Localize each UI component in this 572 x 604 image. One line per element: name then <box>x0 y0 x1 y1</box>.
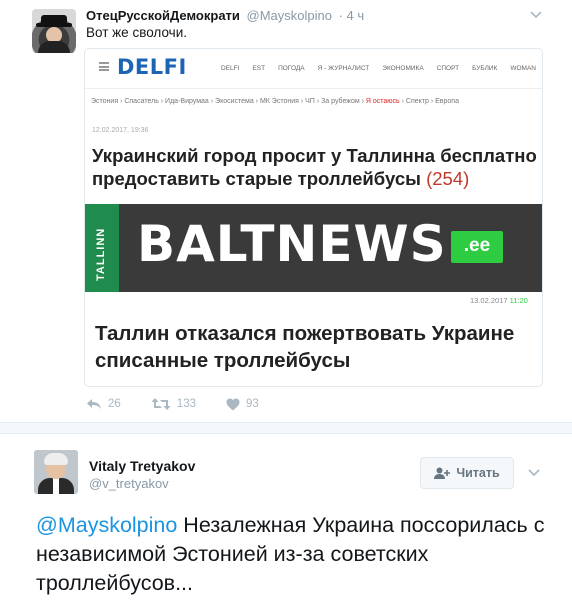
reply-button[interactable]: 26 <box>86 397 121 411</box>
delfi-nav: DELFI DELFI EST ПОГОДА Я - ЖУРНАЛИСТ ЭКО… <box>85 49 542 89</box>
retweet-count: 133 <box>176 398 196 410</box>
delfi-headline: Украинский город просит у Таллинна беспл… <box>92 145 537 189</box>
menu-icon <box>99 62 109 71</box>
tweet-text: Вот же сволочи. <box>86 25 187 40</box>
author-avatar[interactable] <box>32 9 76 53</box>
baltnews-logo: BALTNEWS <box>137 215 447 273</box>
delfi-menu-item: Я - ЖУРНАЛИСТ <box>317 65 370 72</box>
delfi-breadcrumbs: Эстония › Спасатель › Ида-Вирумаа › Экос… <box>91 98 459 105</box>
author-name[interactable]: Vitaly Tretyakov <box>89 458 195 474</box>
author-avatar[interactable] <box>34 450 78 494</box>
delfi-menu-item: DELFI <box>221 65 240 72</box>
tweet-time[interactable]: · 4 ч <box>339 8 365 23</box>
tweet-photo[interactable]: DELFI DELFI EST ПОГОДА Я - ЖУРНАЛИСТ ЭКО… <box>84 48 543 387</box>
chevron-down-icon[interactable] <box>528 6 544 22</box>
baltnews-logo-suffix: .ee <box>451 231 503 263</box>
baltnews-date: 13.02.2017 11:20 <box>470 296 528 305</box>
delfi-menu: DELFI EST ПОГОДА Я - ЖУРНАЛИСТ ЭКОНОМИКА… <box>221 65 536 72</box>
delfi-menu-item: ПОГОДА <box>278 65 305 72</box>
retweet-icon <box>151 398 171 410</box>
delfi-menu-item: БУБЛИК <box>472 65 498 72</box>
delfi-menu-item: EST <box>252 65 266 72</box>
delfi-logo: DELFI <box>117 55 187 79</box>
baltnews-headline: Таллин отказался пожертвовать Украине сп… <box>95 322 515 372</box>
follow-button[interactable]: Читать <box>420 457 514 489</box>
reply-count: 26 <box>108 398 121 410</box>
heart-icon <box>226 398 240 410</box>
follow-label: Читать <box>456 466 500 480</box>
tweet-actions: 26 133 93 <box>86 397 289 411</box>
tweet-header: ОтецРусскойДемократи @Mayskolpino · 4 ч <box>86 8 364 23</box>
delfi-menu-item: ЭКОНОМИКА <box>382 65 424 72</box>
mention-link[interactable]: @Mayskolpino <box>36 513 177 537</box>
reply-icon <box>87 399 101 409</box>
delfi-date: 12.02.2017, 19:36 <box>92 127 149 134</box>
retweet-button[interactable]: 133 <box>151 397 196 411</box>
author-handle[interactable]: @v_tretyakov <box>89 476 169 491</box>
tweet-separator <box>0 422 572 434</box>
delfi-menu-item: СПОРТ <box>436 65 460 72</box>
author-name[interactable]: ОтецРусскойДемократи <box>86 8 240 23</box>
chevron-down-icon[interactable] <box>526 464 542 480</box>
comment-count: (254) <box>426 168 470 189</box>
like-count: 93 <box>245 398 259 410</box>
like-button[interactable]: 93 <box>226 397 259 411</box>
tweet-text: @Mayskolpino Незалежная Украина поссорил… <box>36 513 545 595</box>
author-handle[interactable]: @Mayskolpino <box>247 8 332 23</box>
follow-icon <box>434 467 451 479</box>
delfi-menu-item: WOMAN <box>510 65 536 72</box>
tweet-1: ОтецРусскойДемократи @Mayskolpino · 4 ч … <box>0 0 572 422</box>
baltnews-side-label: TALLINN <box>95 227 107 281</box>
